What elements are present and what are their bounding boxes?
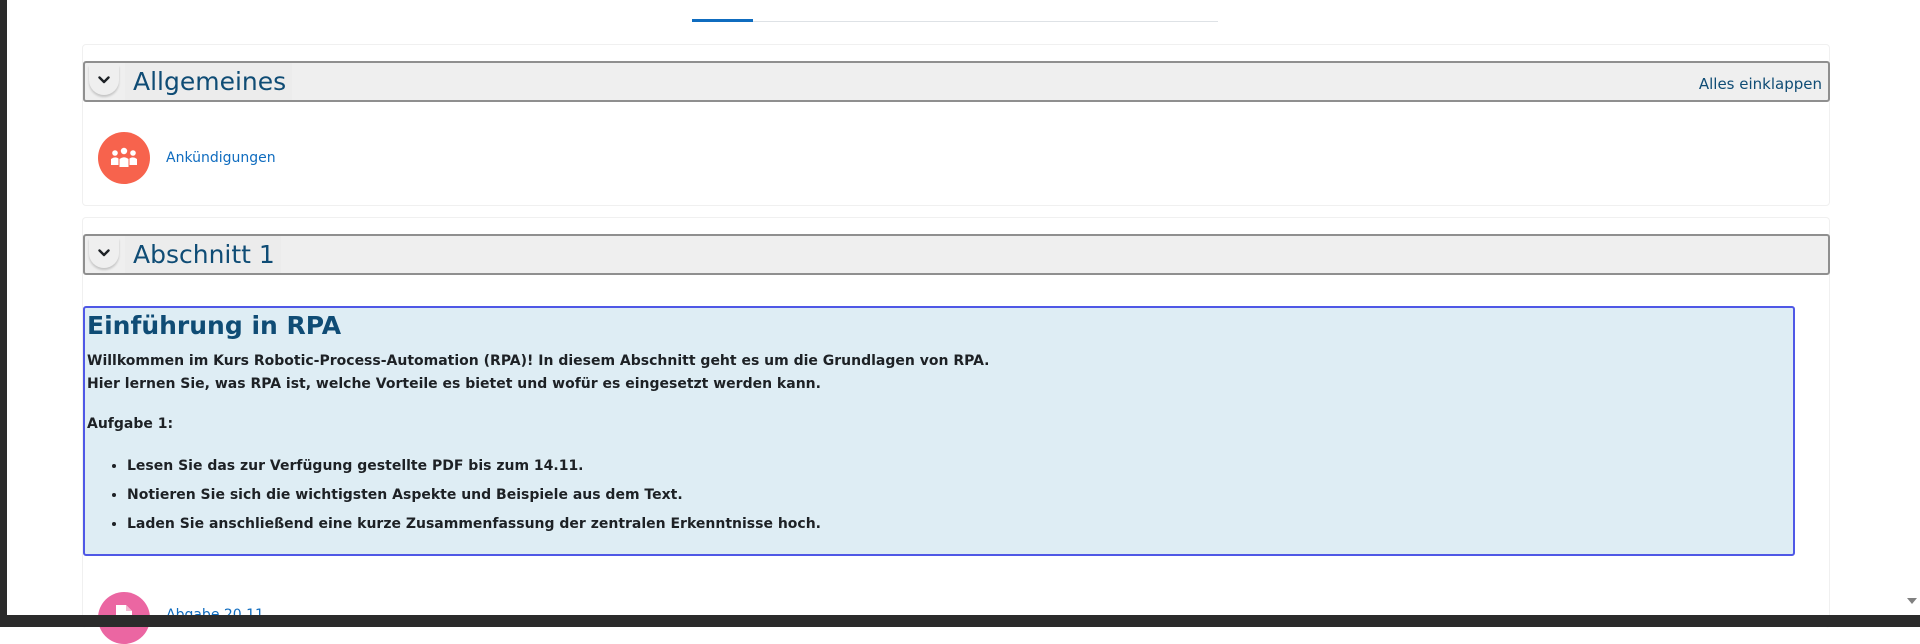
section-summary-box: Einführung in RPA Willkommen im Kurs Rob… bbox=[83, 306, 1795, 556]
task-item: Lesen Sie das zur Verfügung gestellte PD… bbox=[127, 456, 821, 485]
section-header-allgemeines: Allgemeines Alles einklappen bbox=[83, 61, 1830, 102]
chevron-down-icon bbox=[98, 249, 110, 257]
page-scrollbar[interactable] bbox=[1903, 0, 1920, 615]
task-list: Lesen Sie das zur Verfügung gestellte PD… bbox=[87, 456, 821, 543]
summary-text: Hier lernen Sie, was RPA ist, welche Vor… bbox=[87, 376, 821, 392]
section-title[interactable]: Allgemeines bbox=[125, 63, 293, 100]
tab-bar bbox=[692, 21, 1218, 22]
activity-link-announcements[interactable]: Ankündigungen bbox=[166, 150, 276, 166]
section-toggle-button[interactable] bbox=[89, 65, 119, 95]
collapse-all-link[interactable]: Alles einklappen bbox=[1699, 75, 1822, 93]
window-frame-left bbox=[0, 0, 7, 627]
task-item: Notieren Sie sich die wichtigsten Aspekt… bbox=[127, 485, 821, 514]
summary-heading: Einführung in RPA bbox=[87, 311, 342, 340]
summary-text: Willkommen im Kurs Robotic-Process-Autom… bbox=[87, 353, 990, 369]
chevron-down-icon bbox=[98, 76, 110, 84]
task-label: Aufgabe 1: bbox=[87, 416, 174, 432]
section-title[interactable]: Abschnitt 1 bbox=[125, 236, 281, 273]
scroll-down-arrow-icon[interactable] bbox=[1907, 598, 1917, 604]
task-item: Laden Sie anschließend eine kurze Zusamm… bbox=[127, 514, 821, 543]
window-frame-bottom bbox=[0, 615, 1920, 627]
section-toggle-button[interactable] bbox=[89, 238, 119, 268]
section-header-abschnitt-1: Abschnitt 1 bbox=[83, 234, 1830, 275]
forum-icon[interactable] bbox=[98, 132, 150, 184]
tab-active-indicator[interactable] bbox=[692, 19, 753, 22]
